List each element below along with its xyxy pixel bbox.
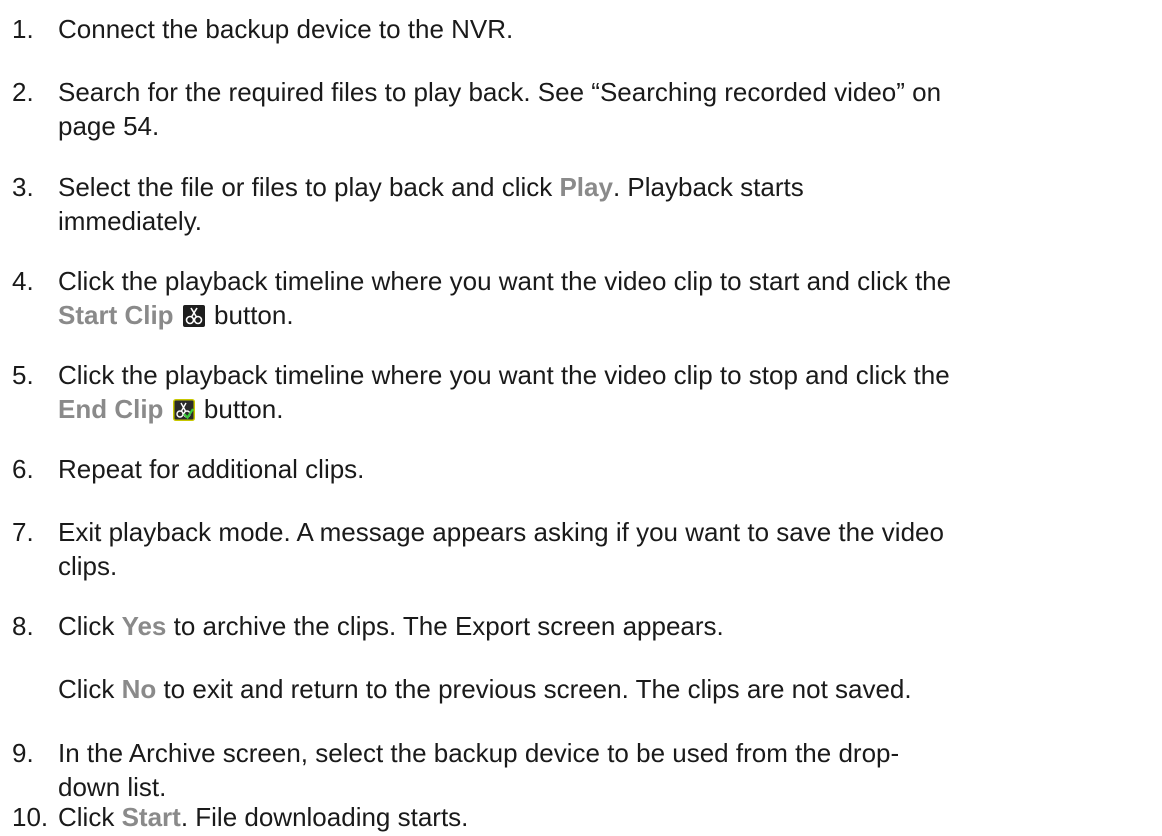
step-text: button. xyxy=(214,300,294,330)
step-number: 7. xyxy=(12,517,34,547)
document-page: 1. Connect the backup device to the NVR.… xyxy=(0,0,1162,836)
gui-label-end-clip: End Clip xyxy=(58,394,164,424)
step-text: Repeat for additional clips. xyxy=(58,454,365,484)
step-text: Click xyxy=(58,611,122,641)
step-number: 10. xyxy=(12,802,49,832)
scissors-check-icon xyxy=(172,399,195,421)
gui-label-start-clip: Start Clip xyxy=(58,300,174,330)
note-text: to exit and return to the previous scree… xyxy=(156,674,912,704)
step-text: . Playback starts xyxy=(612,172,804,202)
step-number: 2. xyxy=(12,77,34,107)
gui-label-start: Start xyxy=(121,802,181,832)
step-text: Click the playback timeline where you wa… xyxy=(58,266,952,296)
step-number: 4. xyxy=(12,266,34,296)
scissors-icon xyxy=(182,305,205,327)
step-8-note: Click No to exit and return to the previ… xyxy=(58,672,912,706)
step-text: page 54. xyxy=(58,111,160,141)
step-text: Connect the backup device to the NVR. xyxy=(58,14,514,44)
gui-label-play: Play xyxy=(559,172,613,202)
step-number: 1. xyxy=(12,14,34,44)
step-text: to archive the clips. The Export screen … xyxy=(166,611,724,641)
step-text: immediately. xyxy=(58,206,203,236)
step-number: 9. xyxy=(12,738,34,768)
step-text: Click the playback timeline where you wa… xyxy=(58,360,950,390)
step-text: Select the file or files to play back an… xyxy=(58,172,560,202)
step-number: 8. xyxy=(12,611,34,641)
step-number: 5. xyxy=(12,360,34,390)
step-text: clips. xyxy=(58,551,118,581)
step-text: . File downloading starts. xyxy=(180,802,469,832)
gui-label-yes: Yes xyxy=(121,611,167,641)
step-number: 3. xyxy=(12,172,34,202)
step-text: Search for the required files to play ba… xyxy=(58,77,942,107)
step-text: Exit playback mode. A message appears as… xyxy=(58,517,944,547)
step-text: Click xyxy=(58,802,122,832)
step-text: down list. xyxy=(58,772,167,802)
step-text: button. xyxy=(203,394,284,424)
gui-label-no: No xyxy=(121,674,157,704)
step-number: 6. xyxy=(12,454,34,484)
note-text: Click xyxy=(58,674,122,704)
step-text: In the Archive screen, select the backup… xyxy=(58,738,900,768)
